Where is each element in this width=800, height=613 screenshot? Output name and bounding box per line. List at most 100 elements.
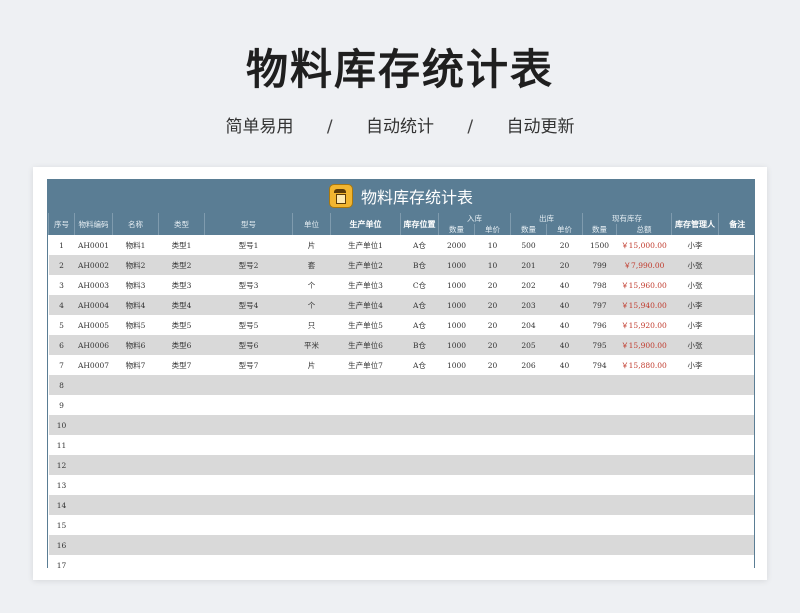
cell-out-qty[interactable]: 205 <box>510 335 547 355</box>
cell-type[interactable] <box>158 495 205 515</box>
cell-seq[interactable]: 14 <box>48 495 75 515</box>
cell-out-qty[interactable] <box>511 435 547 455</box>
cell-manager[interactable] <box>671 455 719 475</box>
cell-out-price[interactable] <box>546 455 583 475</box>
cell-code[interactable] <box>75 515 113 535</box>
cell-out-qty[interactable] <box>510 415 547 435</box>
cell-manager[interactable] <box>672 435 719 455</box>
cell-producer[interactable]: 生产单位4 <box>330 295 401 315</box>
cell-out-qty[interactable] <box>510 455 547 475</box>
cell-seq[interactable]: 5 <box>49 315 75 335</box>
cell-remark[interactable] <box>719 395 755 415</box>
cell-stock-total[interactable]: ￥15,960.00 <box>617 275 672 295</box>
cell-code[interactable] <box>74 415 113 435</box>
cell-type[interactable] <box>159 515 205 535</box>
cell-in-price[interactable] <box>474 495 511 515</box>
cell-out-price[interactable] <box>547 475 583 495</box>
cell-model[interactable] <box>205 435 293 455</box>
cell-in-price[interactable] <box>475 515 511 535</box>
cell-unit[interactable] <box>292 375 331 395</box>
cell-seq[interactable]: 17 <box>49 555 75 569</box>
cell-manager[interactable] <box>672 515 719 535</box>
cell-out-price[interactable]: 40 <box>546 335 583 355</box>
cell-location[interactable] <box>401 435 439 455</box>
cell-manager[interactable] <box>671 375 719 395</box>
cell-producer[interactable] <box>330 455 401 475</box>
cell-seq[interactable]: 16 <box>48 535 75 555</box>
cell-stock-qty[interactable] <box>582 455 617 475</box>
cell-model[interactable] <box>205 395 293 415</box>
cell-manager[interactable] <box>671 535 719 555</box>
cell-unit[interactable] <box>293 395 331 415</box>
cell-code[interactable] <box>74 535 113 555</box>
cell-manager[interactable]: 小张 <box>671 335 719 355</box>
cell-location[interactable] <box>401 395 439 415</box>
cell-name[interactable]: 物料1 <box>113 235 159 255</box>
cell-unit[interactable]: 片 <box>293 355 331 375</box>
cell-in-price[interactable]: 20 <box>475 355 511 375</box>
cell-model[interactable] <box>204 455 293 475</box>
cell-in-price[interactable] <box>475 395 511 415</box>
cell-in-qty[interactable] <box>438 375 475 395</box>
cell-model[interactable]: 型号6 <box>204 335 293 355</box>
cell-code[interactable] <box>74 375 113 395</box>
cell-remark[interactable] <box>718 335 754 355</box>
cell-unit[interactable] <box>293 475 331 495</box>
cell-model[interactable] <box>205 475 293 495</box>
cell-producer[interactable] <box>330 495 401 515</box>
cell-out-qty[interactable]: 206 <box>511 355 547 375</box>
cell-name[interactable]: 物料5 <box>113 315 159 335</box>
cell-type[interactable]: 类型7 <box>159 355 205 375</box>
cell-manager[interactable] <box>671 415 719 435</box>
cell-code[interactable]: AH0005 <box>75 315 113 335</box>
cell-out-qty[interactable] <box>510 535 547 555</box>
cell-model[interactable]: 型号3 <box>205 275 293 295</box>
cell-manager[interactable] <box>671 495 719 515</box>
cell-stock-total[interactable] <box>616 495 672 515</box>
cell-code[interactable]: AH0007 <box>75 355 113 375</box>
cell-stock-total[interactable]: ￥15,920.00 <box>617 315 672 335</box>
cell-location[interactable]: A仓 <box>401 315 439 335</box>
cell-stock-qty[interactable] <box>583 475 617 495</box>
cell-code[interactable] <box>75 395 113 415</box>
cell-in-qty[interactable]: 2000 <box>439 235 475 255</box>
cell-stock-total[interactable]: ￥15,000.00 <box>617 235 672 255</box>
cell-in-qty[interactable] <box>438 495 475 515</box>
cell-stock-qty[interactable] <box>582 415 617 435</box>
cell-out-qty[interactable]: 204 <box>511 315 547 335</box>
cell-remark[interactable] <box>719 555 755 568</box>
cell-stock-qty[interactable]: 798 <box>583 275 617 295</box>
cell-model[interactable]: 型号2 <box>204 255 293 275</box>
cell-in-qty[interactable]: 1000 <box>439 315 475 335</box>
cell-in-qty[interactable] <box>439 435 475 455</box>
cell-unit[interactable]: 平米 <box>292 335 331 355</box>
cell-producer[interactable] <box>331 395 401 415</box>
cell-in-qty[interactable] <box>439 555 475 568</box>
cell-remark[interactable] <box>718 295 754 315</box>
cell-out-price[interactable]: 40 <box>547 315 583 335</box>
cell-manager[interactable] <box>672 555 719 568</box>
cell-seq[interactable]: 7 <box>49 355 75 375</box>
cell-seq[interactable]: 2 <box>48 255 75 275</box>
cell-manager[interactable]: 小张 <box>671 255 719 275</box>
cell-in-qty[interactable]: 1000 <box>439 355 475 375</box>
cell-in-price[interactable]: 20 <box>474 295 511 315</box>
cell-producer[interactable]: 生产单位5 <box>331 315 401 335</box>
cell-name[interactable]: 物料4 <box>112 295 159 315</box>
cell-model[interactable] <box>205 515 293 535</box>
cell-out-price[interactable]: 40 <box>547 355 583 375</box>
cell-out-price[interactable] <box>546 375 583 395</box>
cell-out-price[interactable] <box>547 435 583 455</box>
cell-stock-total[interactable] <box>616 455 672 475</box>
cell-stock-qty[interactable] <box>582 535 617 555</box>
cell-code[interactable] <box>74 495 113 515</box>
cell-stock-total[interactable] <box>617 555 672 568</box>
cell-in-price[interactable]: 20 <box>474 335 511 355</box>
cell-type[interactable] <box>159 475 205 495</box>
cell-in-qty[interactable]: 1000 <box>438 295 475 315</box>
cell-manager[interactable]: 小李 <box>671 295 719 315</box>
cell-out-price[interactable]: 20 <box>546 255 583 275</box>
cell-out-qty[interactable] <box>511 555 547 568</box>
cell-manager[interactable]: 小张 <box>672 275 719 295</box>
cell-remark[interactable] <box>718 375 754 395</box>
